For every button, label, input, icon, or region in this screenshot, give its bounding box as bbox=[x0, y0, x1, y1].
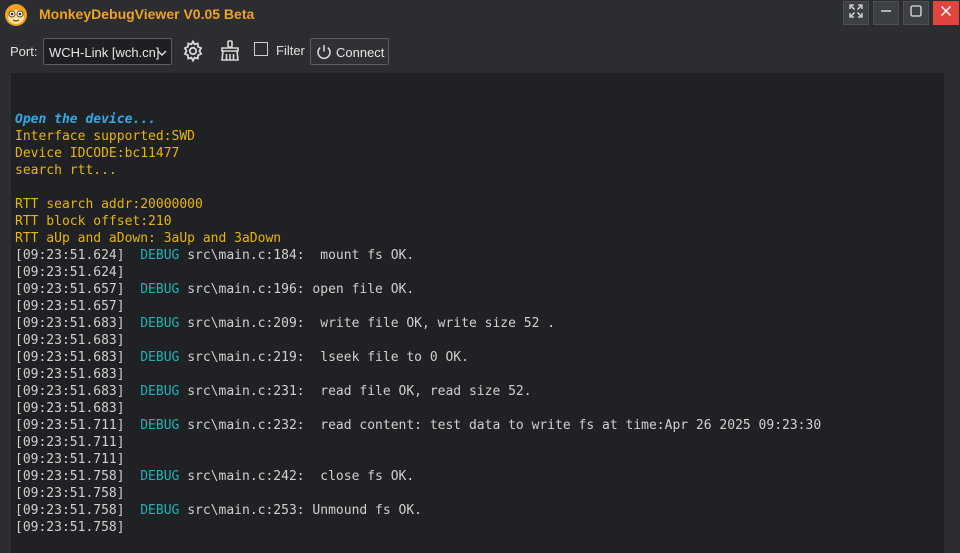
broom-clear-icon[interactable] bbox=[217, 38, 243, 64]
maximize-icon bbox=[909, 4, 923, 23]
monkey-logo-icon bbox=[4, 3, 28, 27]
log-message: src\main.c:242: close fs OK. bbox=[187, 469, 415, 484]
console-log-line: [09:23:51.683] DEBUG src\main.c:231: rea… bbox=[15, 383, 944, 400]
filter-label: Filter bbox=[276, 43, 305, 58]
app-window: MonkeyDebugViewer V0.05 Beta Port: WCH-L… bbox=[0, 0, 960, 553]
window-title: MonkeyDebugViewer V0.05 Beta bbox=[39, 6, 255, 22]
log-timestamp: [09:23:51.624] bbox=[15, 248, 125, 263]
log-message: src\main.c:196: open file OK. bbox=[187, 282, 415, 297]
minimize-button[interactable] bbox=[873, 1, 899, 25]
log-message: src\main.c:231: read file OK, read size … bbox=[187, 384, 532, 399]
title-bar[interactable]: MonkeyDebugViewer V0.05 Beta bbox=[0, 0, 960, 30]
log-timestamp: [09:23:51.758] bbox=[15, 520, 125, 535]
log-timestamp: [09:23:51.683] bbox=[15, 401, 125, 416]
expand-icon bbox=[848, 3, 864, 24]
port-label: Port: bbox=[10, 44, 38, 59]
port-select-value: WCH-Link [wch.cn] bbox=[49, 45, 160, 60]
console-log-line: [09:23:51.683] bbox=[15, 366, 944, 383]
chevron-down-icon bbox=[156, 46, 168, 64]
minimize-icon bbox=[879, 4, 893, 23]
maximize-button[interactable] bbox=[903, 1, 929, 25]
console-header-line bbox=[15, 179, 944, 196]
console-log-line: [09:23:51.683] bbox=[15, 332, 944, 349]
console-header-line: Interface supported:SWD bbox=[15, 129, 196, 144]
console-header-line: RTT block offset:210 bbox=[15, 214, 172, 229]
console-log-line: [09:23:51.758] DEBUG src\main.c:253: Unm… bbox=[15, 502, 944, 519]
log-message: src\main.c:253: Unmound fs OK. bbox=[187, 503, 423, 518]
console-log-line: [09:23:51.711] bbox=[15, 451, 944, 468]
close-icon bbox=[939, 4, 953, 23]
gear-icon[interactable] bbox=[180, 38, 206, 64]
log-timestamp: [09:23:51.711] bbox=[15, 418, 125, 433]
log-message: src\main.c:232: read content: test data … bbox=[187, 418, 822, 433]
console-log-line: [09:23:51.758] bbox=[15, 519, 944, 536]
log-level: DEBUG bbox=[140, 469, 180, 484]
console-log-line: [09:23:51.711] DEBUG src\main.c:232: rea… bbox=[15, 417, 944, 434]
log-timestamp: [09:23:51.758] bbox=[15, 486, 125, 501]
log-timestamp: [09:23:51.758] bbox=[15, 469, 125, 484]
console-header-line: RTT search addr:20000000 bbox=[15, 197, 203, 212]
log-level: DEBUG bbox=[140, 503, 180, 518]
log-message: src\main.c:219: lseek file to 0 OK. bbox=[187, 350, 469, 365]
port-select[interactable]: WCH-Link [wch.cn] bbox=[43, 38, 172, 65]
connect-button[interactable]: Connect bbox=[310, 38, 389, 65]
log-timestamp: [09:23:51.711] bbox=[15, 452, 125, 467]
log-timestamp: [09:23:51.657] bbox=[15, 299, 125, 314]
log-timestamp: [09:23:51.683] bbox=[15, 333, 125, 348]
log-timestamp: [09:23:51.758] bbox=[15, 503, 125, 518]
log-message: src\main.c:184: mount fs OK. bbox=[187, 248, 415, 263]
toolbar: Port: WCH-Link [wch.cn] Filter Connect bbox=[0, 30, 960, 72]
log-level: DEBUG bbox=[140, 384, 180, 399]
log-timestamp: [09:23:51.683] bbox=[15, 316, 125, 331]
console-log-line: [09:23:51.624] bbox=[15, 264, 944, 281]
log-level: DEBUG bbox=[140, 248, 180, 263]
log-timestamp: [09:23:51.624] bbox=[15, 265, 125, 280]
connect-label: Connect bbox=[336, 45, 385, 60]
console-output[interactable]: Open the device... Interface supported:SW… bbox=[11, 73, 944, 553]
log-timestamp: [09:23:51.711] bbox=[15, 435, 125, 450]
console-header-line: Device IDCODE:bc11477 bbox=[15, 146, 180, 161]
close-button[interactable] bbox=[933, 1, 959, 25]
filter-checkbox[interactable] bbox=[254, 42, 268, 56]
console-log-line: [09:23:51.758] DEBUG src\main.c:242: clo… bbox=[15, 468, 944, 485]
console-header-line: Open the device... bbox=[15, 112, 156, 127]
log-level: DEBUG bbox=[140, 316, 180, 331]
console-log-line: [09:23:51.683] bbox=[15, 400, 944, 417]
console-log-line: [09:23:51.683] DEBUG src\main.c:219: lse… bbox=[15, 349, 944, 366]
log-timestamp: [09:23:51.683] bbox=[15, 350, 125, 365]
power-icon bbox=[315, 43, 333, 66]
console-header-line: RTT aUp and aDown: 3aUp and 3aDown bbox=[15, 231, 282, 246]
log-level: DEBUG bbox=[140, 282, 180, 297]
console-log-line: [09:23:51.758] bbox=[15, 485, 944, 502]
log-timestamp: [09:23:51.657] bbox=[15, 282, 125, 297]
fullscreen-button[interactable] bbox=[843, 1, 869, 25]
console-log-line: [09:23:51.657] bbox=[15, 298, 944, 315]
log-message: src\main.c:209: write file OK, write siz… bbox=[187, 316, 556, 331]
log-timestamp: [09:23:51.683] bbox=[15, 384, 125, 399]
console-header-line: search rtt... bbox=[15, 163, 117, 178]
console-log-line: [09:23:51.624] DEBUG src\main.c:184: mou… bbox=[15, 247, 944, 264]
console-log-line: [09:23:51.683] DEBUG src\main.c:209: wri… bbox=[15, 315, 944, 332]
console-log-line: [09:23:51.657] DEBUG src\main.c:196: ope… bbox=[15, 281, 944, 298]
log-level: DEBUG bbox=[140, 350, 180, 365]
log-timestamp: [09:23:51.683] bbox=[15, 367, 125, 382]
log-level: DEBUG bbox=[140, 418, 180, 433]
console-log-line: [09:23:51.711] bbox=[15, 434, 944, 451]
